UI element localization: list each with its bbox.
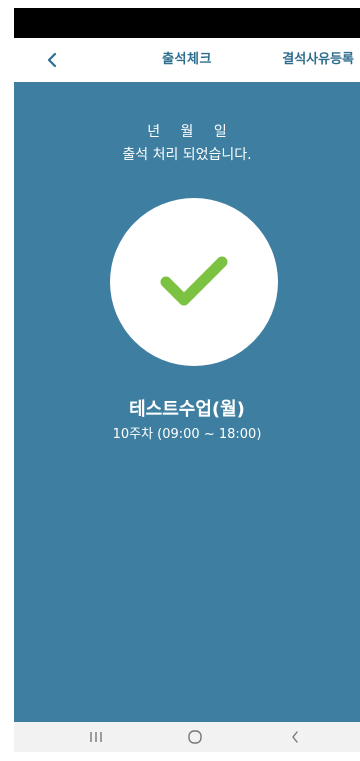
date-day-label: 일 [213,124,227,140]
back-icon [292,731,298,743]
attendance-date: 년 월 일 [14,121,360,141]
class-schedule: 10주차 (09:00 ~ 18:00) [112,427,262,442]
system-nav-bar [14,722,360,752]
recent-apps-button[interactable] [76,722,116,752]
success-badge [110,198,278,366]
phone-screen: 출석체크 결석사유등록 년 월 일 출석 처리 되었습니다. 테스트수업(월) … [14,8,360,752]
home-button[interactable] [175,722,215,752]
date-month-label: 월 [180,124,194,140]
date-year-label: 년 [147,124,161,140]
system-back-button[interactable] [275,722,315,752]
attendance-message: 출석 처리 되었습니다. [122,147,252,163]
absence-reason-button[interactable]: 결석사유등록 [282,38,354,82]
app-header: 출석체크 결석사유등록 [14,38,360,82]
home-icon [188,730,202,744]
class-name: 테스트수업(월) [129,399,245,420]
checkmark-icon [160,256,228,306]
attendance-panel: 년 월 일 출석 처리 되었습니다. 테스트수업(월) 10주차 (09:00 … [14,82,360,722]
recent-apps-icon [90,732,102,742]
status-bar [14,8,360,38]
